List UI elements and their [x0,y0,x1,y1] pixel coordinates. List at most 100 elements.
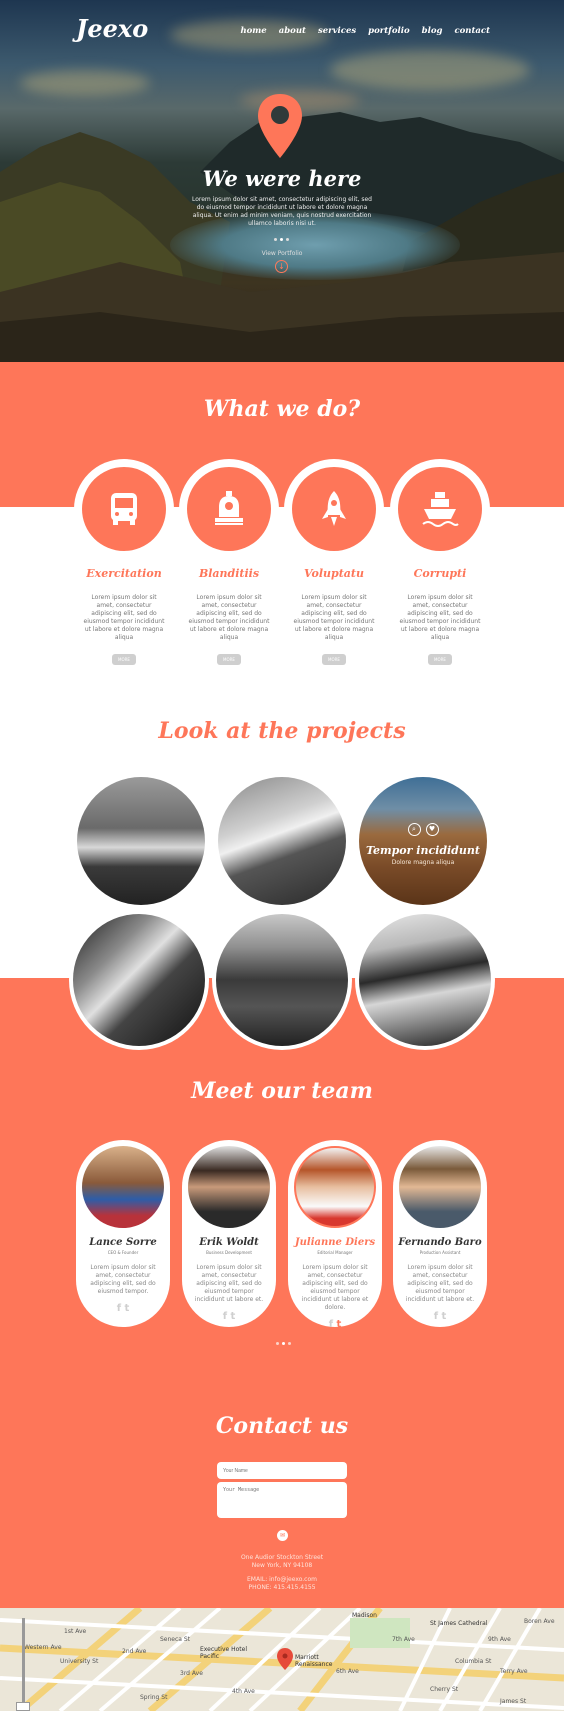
contact-title: Contact us [215,1413,349,1439]
map-label: 4th Ave [232,1688,255,1695]
map-label: University St [60,1658,99,1665]
map-label: Boren Ave [524,1618,555,1625]
facebook-icon[interactable]: f [223,1311,227,1322]
nav-services[interactable]: services [318,26,356,36]
map-label: 3rd Ave [180,1670,203,1677]
service-name: Exercitation [86,567,162,580]
facebook-icon[interactable]: f [117,1303,121,1314]
nav-home[interactable]: home [240,26,266,36]
logo[interactable]: Jeexo [76,14,148,43]
map-label: Madison [352,1612,377,1619]
project-thumb-featured[interactable]: ⌕ ♥ Tempor incididunt Dolore magna aliqua [355,773,491,909]
team-title: Meet our team [191,1078,373,1104]
member-role: Business Development [206,1250,252,1255]
service-item: Exercitation Lorem ipsum dolor sit amet,… [74,459,174,665]
address-line: New York, NY 94108 [251,1562,313,1569]
service-text: Lorem ipsum dolor sit amet, consectetur … [188,594,270,641]
pegman-icon[interactable] [16,1702,30,1711]
more-button[interactable]: MORE [112,654,136,665]
team-card: Fernando Baro Production Assistant Lorem… [393,1140,487,1327]
nav-about[interactable]: about [279,26,306,36]
map-label: Marriott Renaissance [295,1654,333,1668]
map-label: Terry Ave [500,1668,528,1675]
twitter-icon[interactable]: t [442,1311,447,1322]
team-slider-dots[interactable] [276,1342,291,1345]
facebook-icon[interactable]: f [434,1311,438,1322]
team-card: Erik Woldt Business Development Lorem ip… [182,1140,276,1327]
name-field[interactable] [217,1462,347,1479]
nav-portfolio[interactable]: portfolio [368,26,409,36]
project-subtitle: Dolore magna aliqua [391,858,455,866]
location-pin-icon [258,94,302,158]
map-label: 7th Ave [392,1636,415,1643]
member-role: CEO & Founder [107,1250,139,1255]
service-name: Voluptatu [303,567,365,580]
avatar [294,1146,376,1228]
project-title: Tempor incididunt [366,843,480,857]
map-label: 2nd Ave [122,1648,147,1655]
project-thumb[interactable] [355,910,495,1050]
member-bio: Lorem ipsum dolor sit amet, consectetur … [405,1264,475,1303]
member-bio: Lorem ipsum dolor sit amet, consectetur … [301,1264,369,1311]
ship-icon [398,467,482,551]
services-title: What we do? [203,396,361,422]
main-nav: home about services portfolio blog conta… [240,26,490,36]
map-label: Spring St [140,1694,168,1701]
more-button[interactable]: MORE [322,654,346,665]
bus-icon [82,467,166,551]
member-name: Fernando Baro [398,1237,482,1248]
view-portfolio-link[interactable]: View Portfolio [0,250,564,257]
rocket-icon [292,467,376,551]
team-card: Lance Sorre CEO & Founder Lorem ipsum do… [76,1140,170,1327]
map-label: 6th Ave [336,1668,359,1675]
project-thumb[interactable] [212,910,352,1050]
member-name: Lance Sorre [89,1237,157,1248]
search-icon[interactable]: ⌕ [407,822,421,836]
twitter-icon[interactable]: t [125,1303,130,1314]
map-label: James St [500,1698,527,1705]
map-label: Executive Hotel Pacific [200,1646,248,1660]
team-card-active: Julianne Diers Editorial Manager Lorem i… [288,1140,382,1330]
train-icon [187,467,271,551]
project-thumb[interactable] [214,773,350,909]
heart-icon[interactable]: ♥ [425,822,439,836]
message-field[interactable] [217,1482,347,1518]
member-name: Julianne Diers [294,1237,376,1248]
map-label: 1st Ave [64,1628,87,1635]
twitter-icon[interactable]: t [231,1311,236,1322]
facebook-icon[interactable]: f [329,1319,333,1330]
project-thumb[interactable] [69,910,209,1050]
avatar [82,1146,164,1228]
map-label: Columbia St [455,1658,492,1665]
send-button[interactable]: ✉ [277,1530,288,1541]
service-name: Corrupti [413,567,467,580]
nav-blog[interactable]: blog [422,26,443,36]
map[interactable]: Madison St James Cathedral Executive Hot… [0,1608,564,1711]
member-name: Erik Woldt [199,1237,259,1248]
slider-dots[interactable] [274,238,289,241]
email-text: EMAIL: info@jeexo.com [247,1576,317,1583]
projects-title: Look at the projects [158,718,406,744]
service-item: Corrupti Lorem ipsum dolor sit amet, con… [390,459,490,665]
cloud [330,50,530,90]
map-label: Western Ave [24,1644,62,1651]
avatar [399,1146,481,1228]
nav-contact[interactable]: contact [454,26,490,36]
zoom-slider[interactable] [22,1618,25,1702]
twitter-icon[interactable]: t [337,1319,342,1330]
project-thumb[interactable] [73,773,209,909]
map-label: St James Cathedral [430,1620,488,1627]
service-item: Voluptatu Lorem ipsum dolor sit amet, co… [284,459,384,665]
address-line: One Audior Stockton Street [240,1554,324,1561]
phone-text: PHONE: 415.415.4155 [248,1584,316,1591]
service-text: Lorem ipsum dolor sit amet, consectetur … [83,594,165,641]
more-button[interactable]: MORE [428,654,452,665]
avatar [188,1146,270,1228]
more-button[interactable]: MORE [217,654,241,665]
hero-title: We were here [202,166,362,191]
member-bio: Lorem ipsum dolor sit amet, consectetur … [90,1264,156,1295]
member-bio: Lorem ipsum dolor sit amet, consectetur … [194,1264,264,1303]
map-label: Cherry St [430,1686,459,1693]
cloud [20,70,150,96]
arrow-down-icon[interactable]: ↓ [275,260,288,273]
